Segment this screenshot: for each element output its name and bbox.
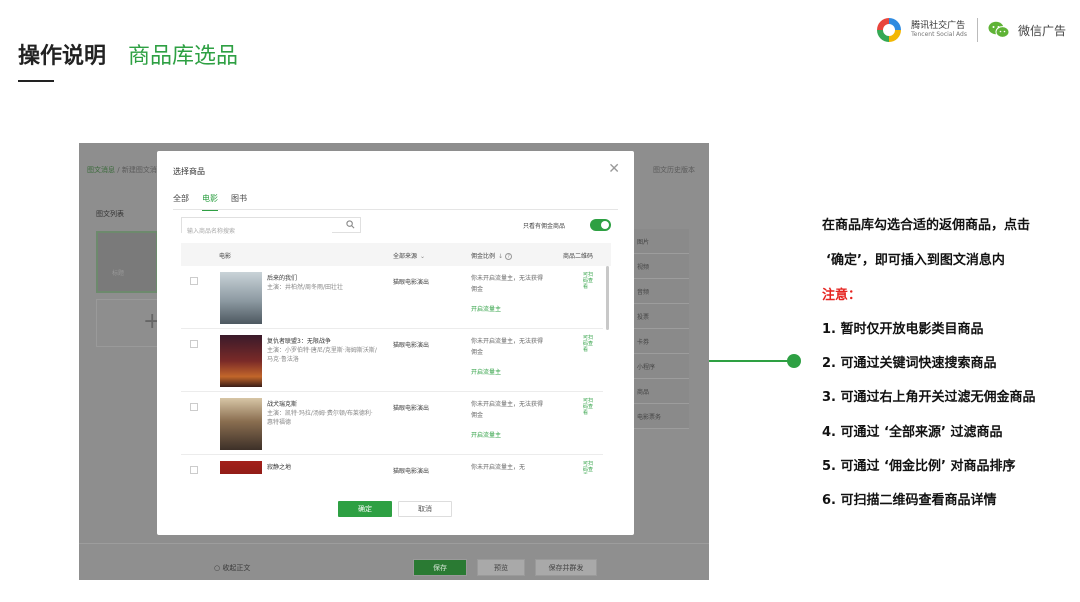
commission-text: 你未开启流量主，无法获得佣金	[471, 401, 544, 420]
column-header-qr: 商品二维码	[563, 253, 594, 260]
article-card[interactable]: 标题	[96, 231, 158, 293]
search-box	[181, 217, 361, 239]
column-header-movie: 电影	[219, 253, 232, 260]
page-subtitle: 商品库选品	[128, 44, 239, 69]
note-item-1: 1. 暂时仅开放电影类目商品	[822, 322, 984, 337]
note-item-4: 4. 可通过 ‘全部来源’ 过滤商品	[822, 425, 1003, 440]
row-checkbox[interactable]	[190, 277, 198, 285]
sidebar-item-audio[interactable]: 音频	[633, 279, 689, 304]
tab-divider	[173, 209, 618, 210]
select-product-dialog: 选择商品 ✕ 全部 电影 图书 只看有佣金商品 电影 全部来源⌄ 佣金比例↓? …	[157, 151, 634, 535]
movie-title: 复仇者联盟3：无限战争	[267, 338, 331, 345]
note-item-5: 5. 可通过 ‘佣金比例’ 对商品排序	[822, 459, 1016, 474]
table-row[interactable]: 寂静之地 猫眼电影演出 你未开启流量主，无 可扫码查看	[181, 455, 603, 474]
collapse-body-label: 收起正文	[222, 564, 251, 572]
movie-poster-image	[220, 398, 262, 450]
collapse-body-radio[interactable]: ○ 收起正文	[214, 563, 250, 573]
attention-label: 注意：	[822, 288, 862, 303]
breadcrumb: 图文消息 / 新建图文消息	[87, 165, 164, 175]
source-filter-dropdown[interactable]: 全部来源 ⌄	[393, 251, 425, 260]
commission-only-label: 只看有佣金商品	[523, 223, 566, 230]
wechat-ads-logo-text: 微信广告	[1017, 23, 1066, 38]
title-underline	[18, 80, 54, 82]
movie-source: 猫眼电影演出	[393, 279, 430, 286]
dialog-title: 选择商品	[173, 167, 205, 176]
movie-poster-image	[220, 461, 262, 474]
sidebar-item-video[interactable]: 视频	[633, 254, 689, 279]
save-and-send-button[interactable]: 保存并群发	[535, 559, 597, 576]
qr-code-link[interactable]: 可扫码查看	[583, 335, 597, 353]
note-item-6: 6. 可扫描二维码查看商品详情	[822, 493, 997, 508]
logo-area: 腾讯社交广告 Tencent Social Ads 微信广告	[875, 14, 1066, 46]
note-item-3: 3. 可通过右上角开关过滤无佣金商品	[822, 390, 1036, 405]
table-row[interactable]: 战犬瑞克斯 主演：凯特·玛拉/汤姆·费尔顿/布莱德利·惠特福德 猫眼电影演出 你…	[181, 392, 603, 455]
history-version-link[interactable]: 图文历史版本	[653, 165, 695, 175]
commission-text: 你未开启流量主，无法获得佣金	[471, 338, 544, 357]
commission-only-toggle[interactable]	[590, 219, 611, 231]
enable-traffic-link[interactable]: 开启流量主	[471, 367, 501, 376]
commission-text: 你未开启流量主，无	[471, 464, 526, 471]
enable-traffic-link[interactable]: 开启流量主	[471, 304, 501, 313]
article-card-label: 标题	[112, 270, 125, 277]
qr-code-link[interactable]: 可扫码查看	[583, 272, 597, 290]
close-icon[interactable]: ✕	[608, 161, 620, 177]
save-button[interactable]: 保存	[413, 559, 467, 576]
sidebar-item-miniprogram[interactable]: 小程序	[633, 354, 689, 379]
cancel-button[interactable]: 取消	[398, 501, 452, 517]
column-header-commission: 佣金比例	[471, 253, 496, 260]
qr-code-link[interactable]: 可扫码查看	[583, 398, 597, 416]
page-title: 操作说明	[18, 44, 107, 69]
wechat-logo-icon	[988, 21, 1010, 39]
table-row[interactable]: 后来的我们 主演：井柏然/周冬雨/田壮壮 猫眼电影演出 你未开启流量主，无法获得…	[181, 266, 603, 329]
sidebar-item-coupon[interactable]: 卡券	[633, 329, 689, 354]
row-checkbox[interactable]	[190, 340, 198, 348]
help-icon[interactable]: ?	[505, 253, 513, 260]
qr-code-link[interactable]: 可扫码查看	[583, 461, 597, 474]
movie-cast: 主演：井柏然/周冬雨/田壮壮	[267, 284, 344, 291]
movie-title: 寂静之地	[267, 464, 292, 471]
table-row[interactable]: 复仇者联盟3：无限战争 主演：小罗伯特·唐尼/克里斯·海姆斯沃斯/马克·鲁法洛 …	[181, 329, 603, 392]
preview-button[interactable]: 预览	[477, 559, 525, 576]
note-line-1: 在商品库勾选合适的返佣商品，点击	[822, 218, 1031, 233]
movie-source: 猫眼电影演出	[393, 405, 430, 412]
movie-cast: 主演：小罗伯特·唐尼/克里斯·海姆斯沃斯/马克·鲁法洛	[267, 347, 377, 363]
row-checkbox[interactable]	[190, 466, 198, 474]
confirm-button[interactable]: 确定	[338, 501, 392, 517]
commission-sort-header[interactable]: 佣金比例 ↓?	[471, 251, 513, 260]
enable-traffic-link[interactable]: 开启流量主	[471, 430, 501, 439]
movie-poster-image	[220, 272, 262, 324]
sidebar-item-image[interactable]: 图片	[633, 229, 689, 254]
search-input[interactable]	[182, 224, 332, 239]
row-checkbox[interactable]	[190, 403, 198, 411]
table-header: 电影 全部来源 ⌄ 佣金比例 ↓? 商品二维码	[181, 243, 611, 266]
connector-dot	[787, 354, 801, 368]
note-item-2: 2. 可通过关键词快速搜索商品	[822, 356, 997, 371]
search-icon[interactable]	[346, 220, 355, 229]
movie-poster-image	[220, 335, 262, 387]
logo-divider	[976, 18, 978, 42]
note-line-2: ‘确定’，即可插入到图文消息内	[826, 253, 1005, 268]
sidebar-item-movie-ticket[interactable]: 电影票务	[633, 404, 689, 429]
column-header-source: 全部来源	[393, 253, 418, 260]
sidebar-item-product[interactable]: 商品	[633, 379, 689, 404]
table-scrollbar[interactable]	[606, 266, 609, 330]
movie-source: 猫眼电影演出	[393, 468, 430, 474]
product-table: 后来的我们 主演：井柏然/周冬雨/田壮壮 猫眼电影演出 你未开启流量主，无法获得…	[181, 266, 611, 474]
movie-cast: 主演：凯特·玛拉/汤姆·费尔顿/布莱德利·惠特福德	[267, 410, 373, 426]
article-list-title: 图文列表	[96, 210, 124, 218]
movie-title: 战犬瑞克斯	[267, 401, 298, 408]
tencent-logo-en-text: Tencent Social Ads	[911, 30, 967, 38]
sort-down-icon: ↓	[498, 253, 504, 260]
movie-source: 猫眼电影演出	[393, 342, 430, 349]
connector-line	[709, 360, 795, 362]
commission-text: 你未开启流量主，无法获得佣金	[471, 275, 544, 294]
sidebar-item-vote[interactable]: 投票	[633, 304, 689, 329]
bottom-toolbar	[79, 543, 709, 580]
breadcrumb-home[interactable]: 图文消息	[87, 166, 115, 174]
tencent-social-ads-logo-icon	[875, 16, 903, 44]
chevron-down-icon: ⌄	[420, 253, 426, 260]
movie-title: 后来的我们	[267, 275, 298, 282]
insert-sidebar: 图片 视频 音频 投票 卡券 小程序 商品 电影票务	[633, 229, 689, 429]
